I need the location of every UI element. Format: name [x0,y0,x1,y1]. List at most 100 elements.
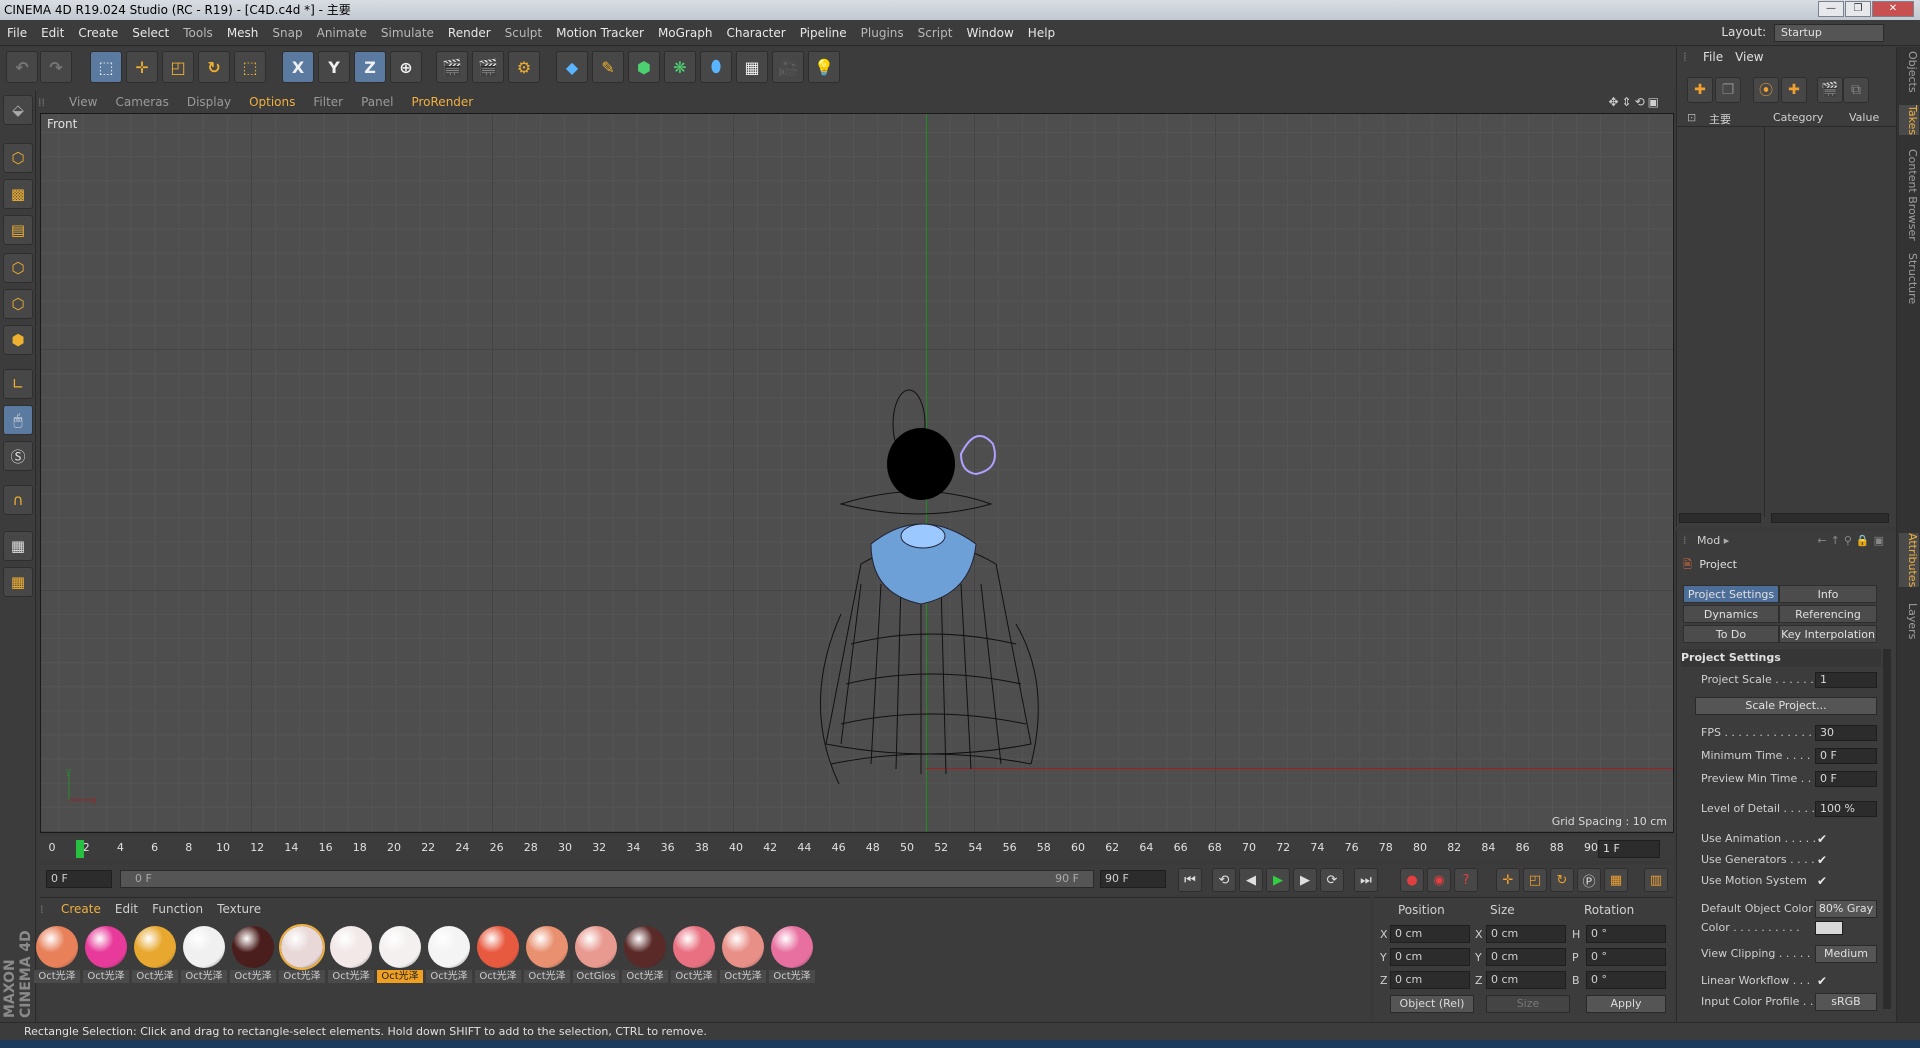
apply-button[interactable]: Apply [1586,995,1666,1013]
viewport-menu-prorender[interactable]: ProRender [402,91,482,113]
tab-attributes[interactable]: Attributes [1899,533,1919,588]
tab-layers[interactable]: Layers [1899,603,1919,639]
next-frame-icon[interactable]: ▶ [1293,868,1317,892]
live-selection-icon[interactable]: ⬚ [90,51,122,83]
render-picture-viewer-icon[interactable]: 🎬 [472,51,504,83]
attribute-nav-icons[interactable]: ←↑⚲🔒▣ [1817,531,1888,551]
frame-ruler[interactable]: 0 2 4 6 8 10 12 14 16 18 20 22 24 26 28 30 32 34 36 38 40 42 4… [48,837,1608,861]
play-icon[interactable]: ▶ [1266,868,1290,892]
tab-objects[interactable]: Objects [1899,51,1919,93]
tab-dynamics[interactable]: Dynamics [1683,605,1779,623]
maximize-button[interactable]: ❐ [1845,1,1871,17]
input-color-profile-dropdown[interactable]: sRGB [1815,993,1877,1011]
y-axis-lock-button[interactable]: Y [318,51,350,83]
recent-tool-icon[interactable]: ⬚ [234,51,266,83]
key-pla-icon[interactable]: ▦ [1604,868,1628,892]
workplane-icon[interactable]: ▤ [3,215,33,245]
viewport-menu-view[interactable]: View [60,91,106,113]
tab-takes[interactable]: Takes [1899,105,1919,136]
material-swatch[interactable]: Oct光泽 [524,926,570,986]
go-to-start-icon[interactable]: ⏮ [1178,868,1202,892]
viewport-menu-options[interactable]: Options [240,91,304,113]
take-clone-icon[interactable]: ❐ [1715,77,1741,103]
deformer-icon[interactable]: ⬮ [700,51,732,83]
layout-dropdown[interactable]: Startup [1774,23,1884,42]
floor-icon[interactable]: ▦ [736,51,768,83]
menu-plugins[interactable]: Plugins [854,20,911,46]
menu-simulate[interactable]: Simulate [374,20,441,46]
cube-icon[interactable]: ◆ [556,51,588,83]
menu-select[interactable]: Select [125,20,176,46]
minimize-button[interactable]: — [1818,1,1844,17]
render-view-icon[interactable]: 🎬 [436,51,468,83]
material-swatch[interactable]: Oct光泽 [230,926,276,986]
menu-edit[interactable]: Edit [34,20,71,46]
minimum-time-field[interactable]: 0 F [1815,748,1877,764]
tab-project-settings[interactable]: Project Settings [1683,585,1779,603]
lock-take-icon[interactable]: ⧉ [1843,77,1869,103]
pos-z-field[interactable]: 0 cm [1390,971,1470,989]
key-rotation-icon[interactable]: ↻ [1550,868,1574,892]
menu-file[interactable]: File [0,20,34,46]
material-swatch[interactable]: Oct光泽 [622,926,668,986]
take-list-scrollbar[interactable] [1679,513,1761,523]
autokey-icon[interactable]: ◉ [1427,868,1451,892]
material-swatch[interactable]: Oct光泽 [279,924,325,986]
size-mode-dropdown[interactable]: Size [1486,995,1570,1013]
timeline-ruler[interactable]: 0 2 4 6 8 10 12 14 16 18 20 22 24 26 28 30 32 34 36 38 40 42 4… [40,837,1674,861]
viewport-nav-icons[interactable]: ✥⇕⟲▣ [1608,91,1662,113]
material-swatch[interactable]: Oct光泽 [132,926,178,986]
menu-script[interactable]: Script [911,20,960,46]
tab-info[interactable]: Info [1779,585,1877,603]
scale-icon[interactable]: ◰ [162,51,194,83]
main-take-label[interactable]: 主要 [1709,111,1731,127]
playhead-marker[interactable] [76,840,84,858]
viewport-menu-display[interactable]: Display [178,91,240,113]
previous-frame-icon[interactable]: ◀ [1239,868,1263,892]
snap-icon[interactable]: Ⓢ [3,441,33,471]
properties-scrollbar[interactable] [1771,513,1889,523]
material-swatch[interactable]: Oct光泽 [671,926,717,986]
keyframe-selection-icon[interactable]: ? [1454,868,1478,892]
menu-create[interactable]: Create [71,20,125,46]
use-motion-system-checkbox[interactable]: ✔ [1817,871,1827,891]
polygons-mode-icon[interactable]: ⬢ [3,325,33,355]
light-icon[interactable]: 💡 [808,51,840,83]
array-icon[interactable]: ❋ [664,51,696,83]
default-object-color-dropdown[interactable]: 80% Gray [1815,900,1877,918]
move-icon[interactable]: ✛ [126,51,158,83]
take-add-icon[interactable]: ✚ [1687,77,1713,103]
material-swatch[interactable]: Oct光泽 [720,926,766,986]
rot-h-field[interactable]: 0 ° [1586,925,1666,943]
material-swatch[interactable]: Oct光泽 [769,926,815,986]
pos-x-field[interactable]: 0 cm [1390,925,1470,943]
viewport-menu-cameras[interactable]: Cameras [106,91,177,113]
menu-window[interactable]: Window [959,20,1020,46]
tab-to-do[interactable]: To Do [1683,625,1779,643]
menu-tools[interactable]: Tools [176,20,220,46]
rot-p-field[interactable]: 0 ° [1586,948,1666,966]
current-frame-field[interactable]: 1 F [1598,840,1660,858]
attribute-scrollbar[interactable] [1883,649,1891,1009]
undo-icon[interactable]: ↶ [6,51,38,83]
record-icon[interactable]: ● [1400,868,1424,892]
z-axis-lock-button[interactable]: Z [354,51,386,83]
viewport-menu-panel[interactable]: Panel [352,91,402,113]
render-take-icon[interactable]: 🎬 [1817,77,1843,103]
tab-referencing[interactable]: Referencing [1779,605,1877,623]
coordinate-system-icon[interactable]: ⊕ [390,51,422,83]
material-swatch[interactable]: Oct光泽 [328,926,374,986]
edges-mode-icon[interactable]: ⬡ [3,289,33,319]
material-swatch[interactable]: Oct光泽 [426,926,472,986]
points-mode-icon[interactable]: ⬡ [3,253,33,283]
magnet-icon[interactable]: ∩ [3,485,33,515]
menu-mesh[interactable]: Mesh [220,20,266,46]
camera-icon[interactable]: 🎥 [772,51,804,83]
menu-pipeline[interactable]: Pipeline [793,20,854,46]
project-scale-field[interactable]: 1 [1815,672,1877,688]
tweak-mode-icon[interactable]: 🖱 [3,405,33,435]
end-frame-field[interactable]: 90 F [1100,870,1166,888]
pen-icon[interactable]: ✎ [592,51,624,83]
level-of-detail-field[interactable]: 100 % [1815,801,1877,817]
rotate-icon[interactable]: ↻ [198,51,230,83]
